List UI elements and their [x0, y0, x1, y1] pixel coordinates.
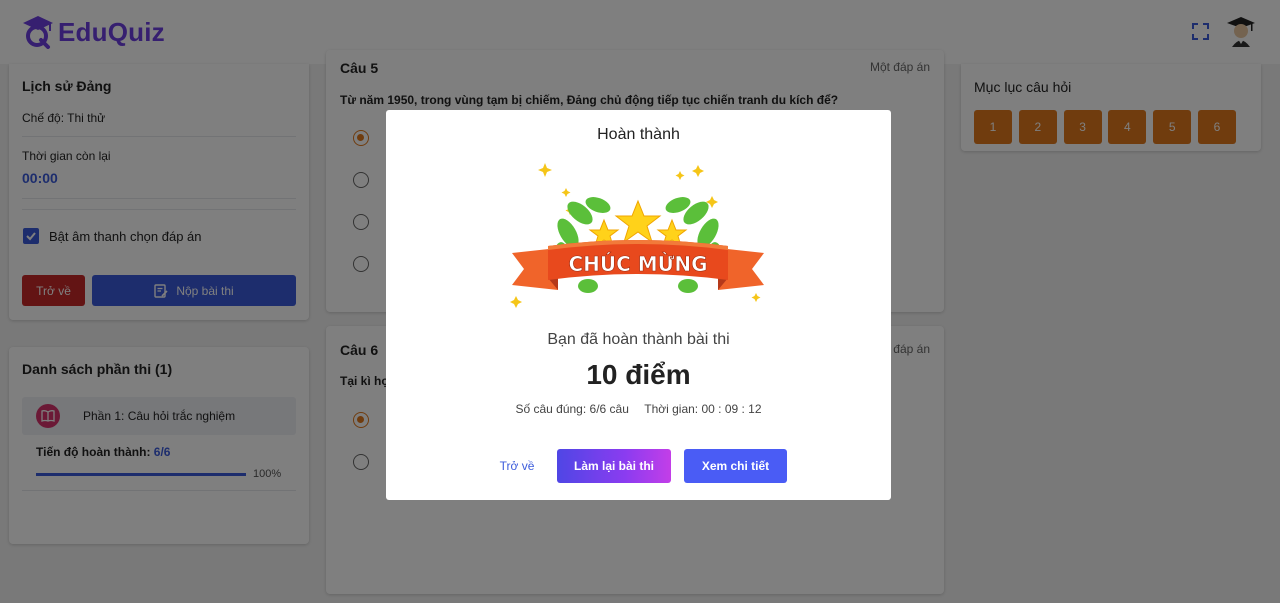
retry-exam-button[interactable]: Làm lại bài thi — [557, 449, 671, 483]
completion-message: Bạn đã hoàn thành bài thi — [547, 331, 730, 348]
modal-title: Hoàn thành — [597, 126, 680, 143]
score-value: 10 điểm — [586, 359, 691, 390]
banner-text: CHÚC MỪNG — [568, 252, 707, 276]
elapsed-time: Thời gian: 00 : 09 : 12 — [644, 402, 762, 416]
modal-back-button[interactable]: Trở về — [495, 449, 539, 483]
view-detail-button[interactable]: Xem chi tiết — [684, 449, 787, 483]
result-stats: Số câu đúng: 6/6 câu Thời gian: 00 : 09 … — [386, 402, 891, 416]
completion-modal: Hoàn thành CHÚC MỪNG Bạn đã hoàn thành b… — [386, 110, 891, 500]
congratulations-banner-icon: CHÚC MỪNG — [510, 163, 764, 308]
correct-count: Số câu đúng: 6/6 câu — [515, 402, 629, 416]
